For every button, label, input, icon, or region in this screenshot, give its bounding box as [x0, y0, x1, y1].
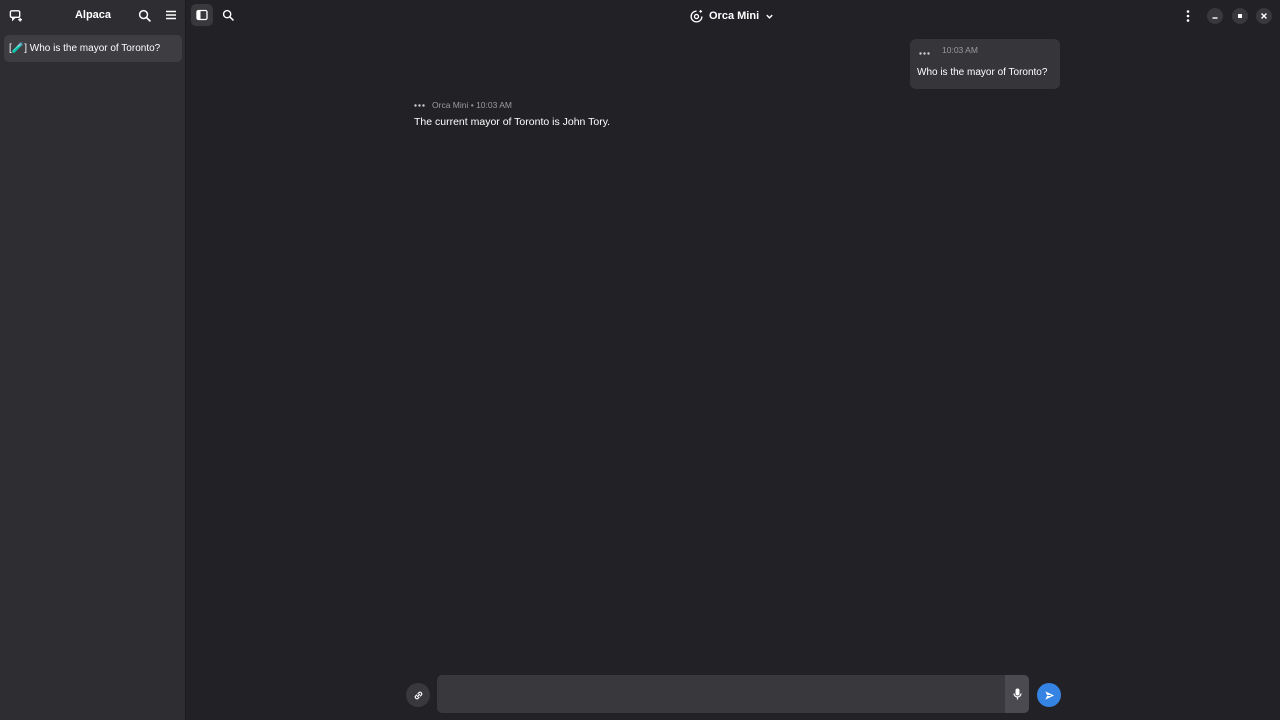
send-button[interactable] [1037, 683, 1061, 707]
hamburger-menu-icon [166, 10, 176, 20]
search-messages-button[interactable] [217, 4, 239, 26]
message-input[interactable] [437, 675, 1003, 713]
maximize-icon [1238, 14, 1242, 18]
user-message: 10:03 AM Who is the mayor of Toronto? [910, 39, 1060, 89]
chevron-down-icon [766, 14, 773, 19]
more-horizontal-icon [919, 52, 930, 55]
send-icon [1044, 690, 1054, 700]
attach-button[interactable] [406, 683, 430, 707]
app-title: Alpaca [74, 9, 112, 21]
chat-area: Orca Mini [187, 0, 1280, 720]
minimize-icon [1212, 17, 1218, 19]
more-options-button[interactable] [1177, 5, 1199, 27]
model-selector[interactable]: Orca Mini [690, 7, 774, 25]
maximize-button[interactable] [1232, 8, 1248, 24]
search-icon [222, 9, 234, 21]
message-options-button[interactable] [919, 47, 930, 59]
microphone-icon [1012, 688, 1022, 700]
message-meta: Orca Mini • 10:03 AM [432, 100, 512, 110]
search-chats-button[interactable] [133, 4, 155, 26]
sidebar-header: Alpaca [0, 0, 186, 32]
message-input-container [437, 675, 1029, 713]
kebab-menu-icon [1186, 10, 1190, 22]
model-name: Orca Mini [709, 10, 760, 22]
search-icon [138, 9, 151, 22]
model-manager-icon [690, 9, 703, 23]
toggle-sidebar-button[interactable] [191, 4, 213, 26]
message-options-button[interactable] [414, 103, 425, 108]
voice-input-button[interactable] [1005, 675, 1029, 713]
assistant-message: Orca Mini • 10:03 AM The current mayor o… [414, 100, 610, 128]
message-timestamp: 10:03 AM [942, 45, 978, 55]
chat-item-label: [🧪] Who is the mayor of Toronto? [9, 43, 161, 54]
sidebar-toggle-icon [196, 9, 208, 21]
attachment-icon [414, 691, 422, 699]
main-menu-button[interactable] [160, 4, 182, 26]
chat-list-item[interactable]: [🧪] Who is the mayor of Toronto? [4, 35, 182, 62]
close-icon [1261, 13, 1267, 19]
close-button[interactable] [1256, 8, 1272, 24]
message-text: Who is the mayor of Toronto? [917, 67, 1048, 78]
message-text: The current mayor of Toronto is John Tor… [414, 116, 611, 128]
minimize-button[interactable] [1207, 8, 1223, 24]
sidebar: Alpaca [🧪] Who is the mayor of Toronto? [0, 0, 186, 720]
more-horizontal-icon [414, 103, 425, 107]
